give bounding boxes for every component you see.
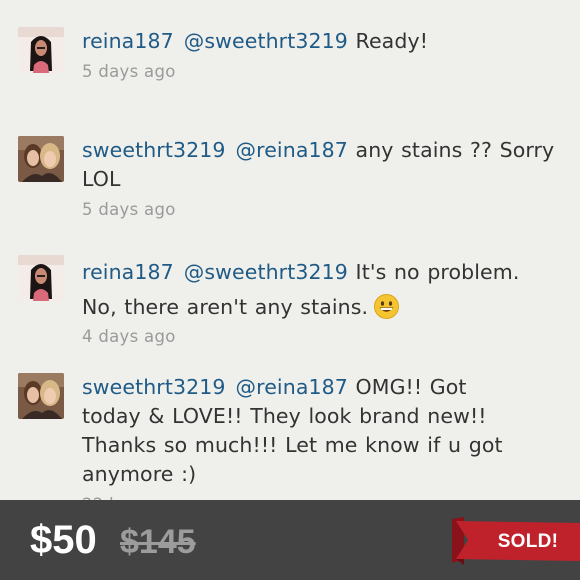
avatar[interactable] xyxy=(18,255,64,301)
profile-photo-sweethrt3219-icon xyxy=(18,373,64,419)
comment-username[interactable]: sweethrt3219 xyxy=(82,138,226,162)
profile-photo-sweethrt3219-icon xyxy=(18,136,64,182)
comment-mention[interactable]: @reina187 xyxy=(236,138,348,162)
avatar[interactable] xyxy=(18,373,64,419)
original-price: $145 xyxy=(120,523,196,561)
comment-timestamp: 5 days ago xyxy=(82,200,176,219)
profile-photo-reina187-icon xyxy=(18,27,64,73)
comment-mention[interactable]: @sweethrt3219 xyxy=(184,29,348,53)
listing-price-bar: $50 $145 SOLD! xyxy=(0,500,580,580)
comment-timestamp: 5 days ago xyxy=(82,62,176,81)
grinning-face-emoji-icon xyxy=(374,294,400,319)
comment-text: reina187 @sweethrt3219 It's no problem. N… xyxy=(82,255,522,325)
comment-mention[interactable]: @reina187 xyxy=(236,375,348,399)
avatar[interactable] xyxy=(18,136,64,182)
comment-username[interactable]: sweethrt3219 xyxy=(82,375,226,399)
comment-username[interactable]: reina187 xyxy=(82,29,174,53)
comment-message: Ready! xyxy=(355,29,429,53)
sold-status: SOLD! xyxy=(497,531,559,552)
comment-list: reina187 @sweethrt3219 Ready! 5 days ago … xyxy=(0,0,580,514)
comment-timestamp: 4 days ago xyxy=(82,327,176,346)
avatar[interactable] xyxy=(18,27,64,73)
comment-text: reina187 @sweethrt3219 Ready! xyxy=(82,27,562,56)
comment-text: sweethrt3219 @reina187 any stains ?? Sorr… xyxy=(82,136,562,194)
comment-mention[interactable]: @sweethrt3219 xyxy=(184,260,348,284)
comment-username[interactable]: reina187 xyxy=(82,260,174,284)
listing-price: $50 xyxy=(30,518,97,562)
comment-text: sweethrt3219 @reina187 OMG!! Got today & … xyxy=(82,373,532,489)
profile-photo-reina187-icon xyxy=(18,255,64,301)
sold-ribbon: SOLD! xyxy=(452,517,580,567)
